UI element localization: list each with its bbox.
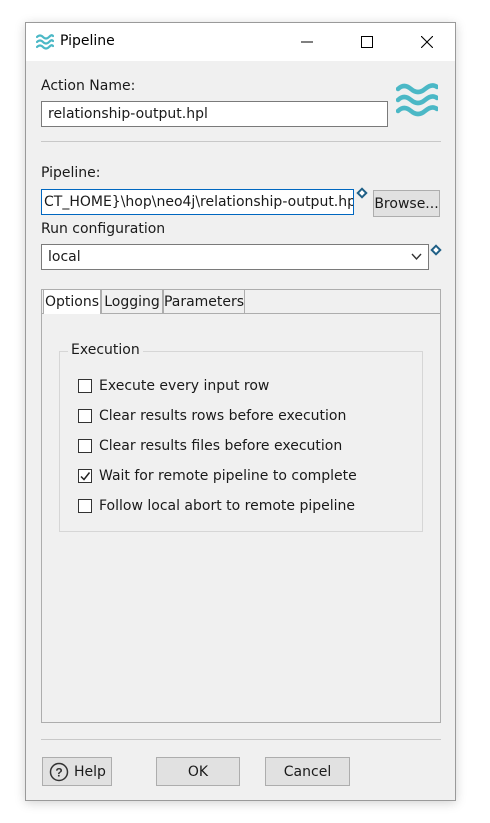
close-button[interactable] (404, 23, 450, 61)
pipeline-dialog: Pipeline Action Name: relationship-outpu… (25, 22, 456, 801)
chevron-down-icon (411, 253, 422, 261)
checkbox-label: Wait for remote pipeline to complete (99, 468, 357, 484)
pipeline-path-input[interactable]: CT_HOME}\hop\neo4j\relationship-output.h… (41, 189, 354, 215)
cancel-button[interactable]: Cancel (265, 757, 350, 786)
minimize-button[interactable] (284, 23, 330, 61)
pipeline-label: Pipeline: (41, 165, 101, 181)
execution-group: Execution Execute every input row Clear … (59, 342, 423, 532)
footer-divider (41, 739, 441, 740)
help-button-label: Help (74, 763, 106, 780)
browse-button[interactable]: Browse... (373, 190, 440, 217)
option-clear-results-rows[interactable]: Clear results rows before execution (78, 406, 346, 426)
checkbox-label: Follow local abort to remote pipeline (99, 498, 356, 514)
checkbox[interactable] (78, 439, 92, 453)
checkbox[interactable] (78, 409, 92, 423)
svg-text:?: ? (55, 765, 62, 779)
checkbox[interactable] (78, 379, 92, 393)
run-configuration-label: Run configuration (41, 221, 166, 237)
checkmark-icon (80, 472, 91, 481)
help-button[interactable]: ? Help (42, 757, 112, 786)
minimize-icon (301, 41, 313, 43)
option-wait-for-remote-pipeline[interactable]: Wait for remote pipeline to complete (78, 466, 357, 486)
help-icon: ? (49, 762, 69, 781)
header-divider (41, 141, 441, 142)
checkbox-checked[interactable] (78, 469, 92, 483)
close-icon (421, 36, 433, 48)
checkbox-label: Clear results rows before execution (99, 408, 347, 424)
maximize-button[interactable] (344, 23, 390, 61)
title-bar[interactable]: Pipeline (26, 23, 455, 61)
action-name-input[interactable]: relationship-output.hpl (41, 101, 388, 127)
run-configuration-value: local (48, 249, 81, 265)
checkbox-label: Clear results files before execution (99, 438, 343, 454)
checkbox[interactable] (78, 499, 92, 513)
tab-logging[interactable]: Logging (101, 289, 163, 313)
execution-group-title: Execution (68, 342, 143, 358)
hop-waves-icon (36, 34, 54, 50)
variable-marker-icon (430, 244, 442, 256)
tab-strip-divider (42, 313, 440, 314)
tab-options[interactable]: Options (43, 289, 101, 314)
variable-marker-icon (356, 187, 368, 199)
option-clear-results-files[interactable]: Clear results files before execution (78, 436, 342, 456)
checkbox-label: Execute every input row (99, 378, 270, 394)
tab-panel: Options Logging Parameters Execution Exe… (41, 289, 441, 723)
option-follow-local-abort[interactable]: Follow local abort to remote pipeline (78, 496, 355, 516)
option-execute-every-input-row[interactable]: Execute every input row (78, 376, 269, 396)
tab-parameters[interactable]: Parameters (163, 289, 245, 313)
action-name-label: Action Name: (41, 78, 136, 94)
run-configuration-select[interactable]: local (41, 244, 429, 270)
hop-logo-icon (396, 83, 438, 117)
ok-button[interactable]: OK (156, 757, 240, 786)
maximize-icon (361, 36, 373, 48)
window-title: Pipeline (60, 33, 115, 49)
